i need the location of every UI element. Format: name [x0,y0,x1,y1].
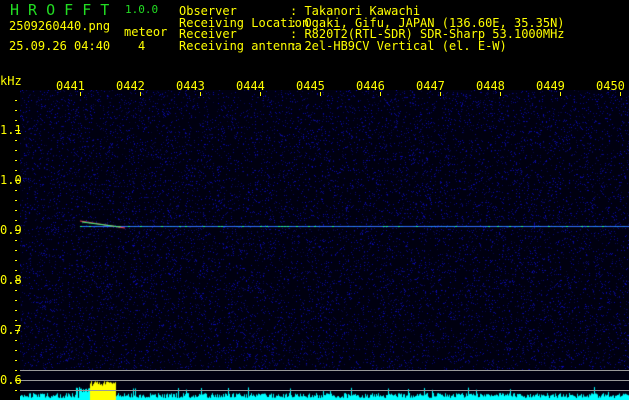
y-tick [15,120,17,121]
x-tick [500,92,501,96]
meteor-label: meteor [124,26,167,38]
x-tick [320,92,321,96]
y-tick [15,130,20,131]
x-tick [200,92,201,96]
x-tick-label: 0442 [116,80,145,92]
x-tick [140,92,141,96]
app-version: 1.0.0 [125,4,158,16]
y-tick [15,220,17,221]
threshold-line [20,390,629,391]
y-tick [15,180,20,181]
app-title: H R O F F T [10,3,109,18]
y-tick [15,190,17,191]
datetime: 25.09.26 04:40 [9,40,110,52]
y-tick [15,170,17,171]
meteor-count: 4 [138,40,145,52]
y-tick [15,100,17,101]
y-tick [15,310,17,311]
y-unit-label: kHz [0,75,22,87]
x-tick-label: 0444 [236,80,265,92]
x-tick-label: 0445 [296,80,325,92]
info-value: : 2el-HB9CV Vertical (el. E-W) [290,40,507,52]
y-tick [15,330,20,331]
x-tick-label: 0447 [416,80,445,92]
y-tick [15,380,20,381]
x-tick-label: 0443 [176,80,205,92]
y-tick [15,250,17,251]
y-tick [15,370,17,371]
y-tick [15,200,17,201]
x-tick [620,92,621,96]
y-tick [15,340,17,341]
x-tick [440,92,441,96]
y-tick [15,270,17,271]
threshold-line [20,380,629,381]
y-tick [15,350,17,351]
x-tick-label: 0448 [476,80,505,92]
y-tick [15,260,17,261]
hrofft-window: H R O F F T 1.0.0 2509260440.png 25.09.2… [0,0,629,400]
y-tick [15,160,17,161]
x-tick [380,92,381,96]
x-tick [260,92,261,96]
x-tick [560,92,561,96]
x-tick-label: 0446 [356,80,385,92]
x-tick-label: 0449 [536,80,565,92]
y-tick [15,140,17,141]
spectrogram [20,90,629,400]
y-tick [15,240,17,241]
info-label: Receiving antenna [179,40,302,52]
y-tick [15,390,17,391]
x-tick-label: 0441 [56,80,85,92]
y-tick [15,280,20,281]
y-tick [15,230,20,231]
y-tick [15,150,17,151]
y-tick [15,210,17,211]
threshold-line [20,370,629,371]
x-tick-label: 0450 [596,80,625,92]
y-tick [15,300,17,301]
x-tick [80,92,81,96]
y-tick [15,110,17,111]
file-name: 2509260440.png [9,20,110,32]
y-tick [15,320,17,321]
y-tick [15,290,17,291]
y-tick [15,360,17,361]
